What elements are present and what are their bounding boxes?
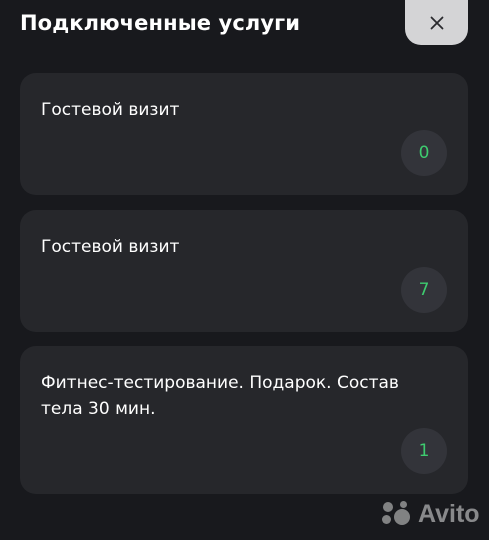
service-count-badge: 7 (401, 267, 447, 313)
page-title: Подключенные услуги (20, 11, 301, 35)
connected-services-screen: Подключенные услуги Гостевой визит 0 Гос… (0, 0, 489, 540)
avito-wordmark: Avito (418, 499, 480, 528)
close-icon (430, 16, 443, 29)
avito-watermark: Avito (380, 499, 480, 529)
service-card[interactable]: Гостевой визит 0 (20, 73, 468, 195)
avito-logo-icon (380, 499, 416, 529)
close-button[interactable] (405, 0, 468, 45)
service-name: Гостевой визит (41, 237, 180, 257)
service-count-badge: 1 (401, 428, 447, 474)
service-name: Фитнес-тестирование. Подарок. Состав тел… (41, 373, 399, 419)
service-card[interactable]: Фитнес-тестирование. Подарок. Состав тел… (20, 346, 468, 494)
service-name: Гостевой визит (41, 100, 180, 120)
service-count-badge: 0 (401, 130, 447, 176)
service-card[interactable]: Гостевой визит 7 (20, 210, 468, 332)
